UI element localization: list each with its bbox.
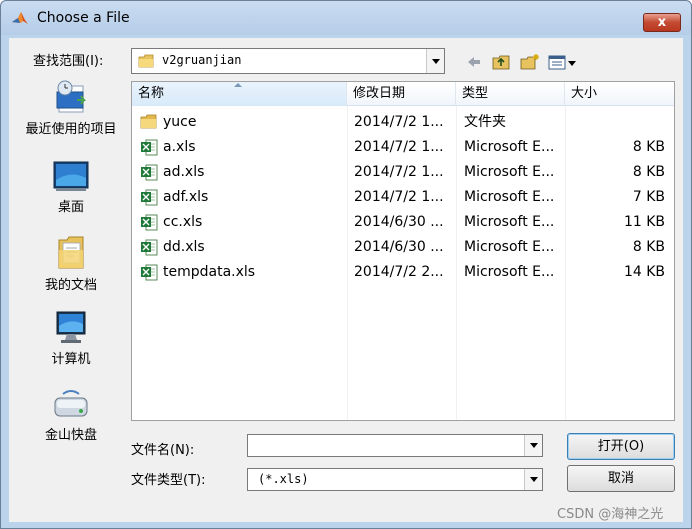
file-type: Microsoft E... [464, 214, 555, 230]
excel-file-icon [141, 189, 158, 206]
file-name: dd.xls [163, 239, 205, 255]
look-in-label: 查找范围(I): [33, 54, 104, 69]
file-size: 14 KB [623, 264, 665, 280]
file-type-label: 文件类型(T): [131, 473, 206, 488]
matlab-logo-icon [12, 12, 28, 24]
file-name: tempdata.xls [163, 264, 256, 280]
file-name: adf.xls [163, 189, 209, 205]
computer-icon [56, 311, 86, 343]
column-header-name[interactable]: 名称 [132, 82, 347, 106]
column-name-label: 名称 [138, 86, 165, 101]
place-my-documents[interactable]: 我的文档 [17, 234, 125, 293]
file-name-dropdown-arrow[interactable] [524, 435, 542, 456]
column-header-type[interactable]: 类型 [456, 82, 565, 106]
file-row[interactable]: tempdata.xls 2014/7/2 2... Microsoft E..… [132, 260, 674, 285]
file-date: 2014/7/2 2... [354, 264, 444, 280]
file-type-dropdown-arrow[interactable] [524, 469, 542, 490]
up-folder-icon[interactable] [491, 52, 511, 72]
file-size: 8 KB [632, 239, 665, 255]
file-size: 8 KB [632, 164, 665, 180]
file-row[interactable]: cc.xls 2014/6/30 ... Microsoft E... 11 K… [132, 210, 674, 235]
file-date: 2014/6/30 ... [354, 239, 444, 255]
file-row[interactable]: dd.xls 2014/6/30 ... Microsoft E... 8 KB [132, 235, 674, 260]
file-list[interactable]: 名称 修改日期 类型 大小 yuce 2014/7/2 1... 文件夹 a.x… [131, 81, 675, 421]
place-label: 我的文档 [44, 278, 97, 293]
file-date: 2014/7/2 1... [354, 189, 444, 205]
file-list-header: 名称 修改日期 类型 大小 [132, 82, 674, 106]
file-name: yuce [163, 114, 197, 130]
column-header-date[interactable]: 修改日期 [347, 82, 456, 106]
file-date: 2014/7/2 1... [354, 139, 444, 155]
drive-icon [54, 390, 88, 417]
place-label: 最近使用的项目 [25, 122, 117, 137]
file-size: 7 KB [632, 189, 665, 205]
file-dialog-window: Choose a File x 查找范围(I): v2gruanjian 最近使… [0, 0, 692, 529]
desktop-icon [53, 161, 89, 191]
excel-file-icon [141, 164, 158, 181]
dialog-body: 查找范围(I): v2gruanjian 最近使用的项目 桌面 我的文档 计算机… [9, 38, 683, 522]
file-row[interactable]: a.xls 2014/7/2 1... Microsoft E... 8 KB [132, 135, 674, 160]
documents-icon [58, 236, 84, 269]
column-date-label: 修改日期 [353, 86, 406, 101]
place-label: 桌面 [57, 200, 84, 215]
file-name-label: 文件名(N): [131, 443, 195, 458]
file-size: 8 KB [632, 139, 665, 155]
cancel-button[interactable]: 取消 [567, 465, 675, 492]
column-type-label: 类型 [462, 86, 489, 101]
file-size: 11 KB [623, 214, 665, 230]
file-row[interactable]: yuce 2014/7/2 1... 文件夹 [132, 110, 674, 135]
close-button[interactable]: x [643, 13, 681, 32]
look-in-dropdown-arrow[interactable] [426, 49, 444, 73]
file-date: 2014/7/2 1... [354, 164, 444, 180]
new-folder-icon[interactable] [519, 52, 541, 72]
file-type: Microsoft E... [464, 189, 555, 205]
place-desktop[interactable]: 桌面 [17, 160, 125, 215]
place-kingsoft-drive[interactable]: 金山快盘 [17, 388, 125, 443]
file-date: 2014/7/2 1... [354, 114, 444, 130]
file-type: Microsoft E... [464, 264, 555, 280]
file-name: a.xls [163, 139, 196, 155]
sort-ascending-icon [234, 83, 242, 87]
view-menu-icon[interactable] [547, 52, 579, 72]
excel-file-icon [141, 214, 158, 231]
back-arrow-icon[interactable] [465, 52, 483, 72]
file-row[interactable]: adf.xls 2014/7/2 1... Microsoft E... 7 K… [132, 185, 674, 210]
recent-items-icon [56, 80, 86, 113]
title-bar[interactable]: Choose a File x [1, 1, 691, 35]
file-type-dropdown[interactable]: (*.xls) [247, 468, 543, 491]
file-size [573, 110, 665, 135]
look-in-value: v2gruanjian [162, 53, 242, 67]
place-label: 金山快盘 [44, 428, 97, 443]
file-name: cc.xls [163, 214, 203, 230]
file-type: 文件夹 [464, 114, 506, 130]
file-name: ad.xls [163, 164, 205, 180]
folder-icon [138, 54, 154, 68]
file-type-value: (*.xls) [258, 472, 309, 486]
excel-file-icon [141, 264, 158, 281]
place-label: 计算机 [51, 352, 91, 367]
column-size-label: 大小 [571, 86, 598, 101]
excel-file-icon [141, 239, 158, 256]
file-type: Microsoft E... [464, 239, 555, 255]
look-in-dropdown[interactable]: v2gruanjian [131, 48, 445, 74]
place-recent-items[interactable]: 最近使用的项目 [17, 78, 125, 137]
place-computer[interactable]: 计算机 [17, 310, 125, 367]
file-name-input[interactable] [247, 434, 543, 457]
folder-icon [140, 114, 157, 129]
places-bar: 最近使用的项目 桌面 我的文档 计算机 金山快盘 [17, 78, 125, 458]
file-row[interactable]: ad.xls 2014/7/2 1... Microsoft E... 8 KB [132, 160, 674, 185]
file-date: 2014/6/30 ... [354, 214, 444, 230]
file-type: Microsoft E... [464, 164, 555, 180]
excel-file-icon [141, 139, 158, 156]
window-title: Choose a File [37, 10, 130, 26]
open-button[interactable]: 打开(O) [567, 433, 675, 460]
column-header-size[interactable]: 大小 [565, 82, 674, 106]
watermark-text: CSDN @海神之光 [557, 507, 664, 522]
file-type: Microsoft E... [464, 139, 555, 155]
